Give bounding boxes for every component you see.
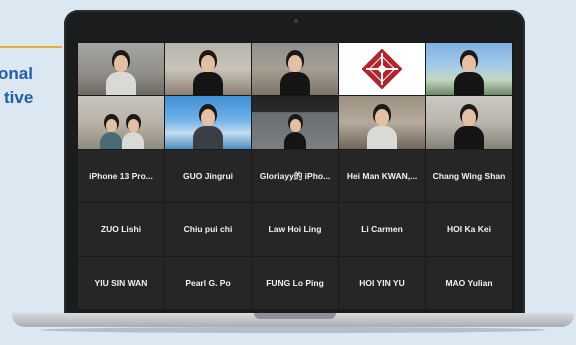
participant-avatar [193,108,223,149]
participant-name: Law Hoi Ling [268,224,322,235]
laptop-shadow [40,327,546,333]
webcam-icon [294,19,298,23]
participant-grid: iPhone 13 Pro... GUO Jingrui Gloriayy的 i… [78,43,512,309]
participant-avatar [106,55,136,96]
video-meeting-screen: iPhone 13 Pro... GUO Jingrui Gloriayy的 i… [76,42,514,312]
participant-name: ZUO Lishi [100,224,142,235]
participant-avatar [454,108,484,149]
accent-stripe [0,46,62,48]
participant-name-tile[interactable]: Gloriayy的 iPho... [252,149,338,203]
laptop-notch [254,313,336,319]
participant-avatar [280,55,310,96]
participant-name-tile[interactable]: MAO Yulian [426,256,512,309]
participant-name: HOI YIN YU [359,277,405,288]
participant-name: Li Carmen [361,224,403,235]
participant-video-tile[interactable] [252,96,338,149]
participant-name-tile[interactable]: Pearl G. Po [165,256,251,309]
participant-video-tile[interactable] [165,43,251,96]
participant-name-tile[interactable]: iPhone 13 Pro... [78,149,164,203]
participant-avatar [193,55,223,96]
participant-name: YIU SIN WAN [94,277,148,288]
participant-name-tile[interactable]: Chiu pui chi [165,203,251,256]
participant-video-tile[interactable] [165,96,251,149]
participant-name: Gloriayy的 iPho... [259,170,331,181]
university-logo-icon [362,49,402,90]
participant-name: Chang Wing Shan [432,170,506,181]
participant-video-tile[interactable] [426,96,512,149]
participant-avatar [99,118,122,149]
participant-name-tile[interactable]: Hei Man KWAN,... [339,149,425,203]
participant-name: MAO Yulian [445,277,493,288]
participant-name-tile[interactable]: Chang Wing Shan [426,149,512,203]
participant-name: Chiu pui chi [183,224,233,235]
participant-avatar [284,118,306,149]
participant-video-tile[interactable] [78,43,164,96]
participant-name: FUNG Lo Ping [266,277,324,288]
participant-name-tile[interactable]: Law Hoi Ling [252,203,338,256]
participant-avatar [454,55,484,96]
participant-name-tile[interactable]: HOI YIN YU [339,256,425,309]
participant-name-tile[interactable]: ZUO Lishi [78,203,164,256]
brand-text-line-2: tive [4,88,34,107]
participant-name-tile[interactable]: GUO Jingrui [165,149,251,203]
participant-name: iPhone 13 Pro... [89,170,153,181]
participant-video-tile[interactable] [78,96,164,149]
participant-name-tile[interactable]: Li Carmen [339,203,425,256]
participant-video-tile[interactable] [339,96,425,149]
brand-text-line-1: onal [0,64,33,83]
participant-avatar [122,118,145,149]
participant-name: HOI Ka Kei [447,224,491,235]
participant-video-tile[interactable] [252,43,338,96]
participant-name-tile[interactable]: YIU SIN WAN [78,256,164,309]
participant-avatar [367,108,397,149]
participant-video-tile[interactable] [426,43,512,96]
participant-video-tile[interactable] [339,43,425,96]
participant-name: Hei Man KWAN,... [346,170,418,181]
participant-name: Pearl G. Po [185,277,231,288]
participant-name-tile[interactable]: HOI Ka Kei [426,203,512,256]
participant-name-tile[interactable]: FUNG Lo Ping [252,256,338,309]
participant-name: GUO Jingrui [182,170,234,181]
